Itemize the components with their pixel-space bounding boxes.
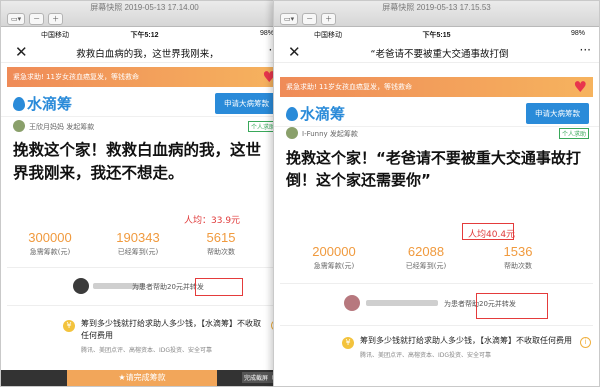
window-titlebar: 屏幕快照 2019-05-13 17.14.00 ▭▾ － ＋: [1, 1, 288, 27]
zoom-out-icon[interactable]: －: [302, 13, 318, 25]
stat-value: 200000: [312, 244, 356, 259]
toolbar: ▭▾ － ＋: [280, 13, 337, 25]
organizer-name: I-Funny 发起筹款: [302, 130, 358, 138]
complete-fundraise-button[interactable]: ★请完成筹款: [67, 370, 217, 386]
close-icon[interactable]: ✕: [15, 43, 28, 61]
stat-helps: 1536 帮助次数: [482, 244, 554, 271]
nav-bar: ✕ “老爸请不要被重大交通事故打倒 ···: [274, 41, 599, 63]
average-amount: 人均：33.9元: [184, 216, 241, 226]
stat-value: 5615: [206, 230, 236, 245]
page-title: “老爸请不要被重大交通事故打倒: [370, 49, 509, 60]
brand-row: 水滴筹 申请大病筹款: [274, 97, 599, 127]
highlight-box: [476, 293, 548, 319]
stat-label: 已经筹到(元): [405, 262, 447, 270]
divider: [7, 267, 282, 268]
stat-label: 急需筹款(元): [313, 262, 355, 270]
zoom-out-icon[interactable]: －: [29, 13, 45, 25]
stat-target: 200000 急需筹款(元): [298, 244, 370, 271]
brand-name: 水滴筹: [300, 105, 346, 123]
left-screenshot-window: 屏幕快照 2019-05-13 17.14.00 ▭▾ － ＋ 中国移动 下午5…: [0, 0, 289, 387]
highlight-box: [462, 223, 514, 240]
helper-avatar: [73, 278, 89, 294]
fee-text: 筹到多少钱就打给求助人多少钱，【水滴筹】不收取任何费用: [81, 319, 261, 340]
stat-target: 300000 急需筹款(元): [15, 230, 85, 257]
apply-fundraise-button[interactable]: 申请大病筹款: [215, 93, 278, 114]
stat-value: 62088: [407, 244, 445, 259]
zoom-in-icon[interactable]: ＋: [48, 13, 64, 25]
bottom-bar: ★请完成筹款 完成截屏（双: [1, 370, 288, 386]
brand-row: 水滴筹 申请大病筹款: [1, 87, 288, 117]
stat-raised: 62088 已经筹到(元): [390, 244, 462, 271]
blurred-name: [366, 300, 438, 306]
organizer-name: 王欣月妈妈 发起筹款: [29, 123, 95, 131]
stats-row: 300000 急需筹款(元) 190343 已经筹到(元) 5615 帮助次数: [15, 230, 251, 257]
stat-value: 190343: [116, 230, 160, 245]
stats-row: 200000 急需筹款(元) 62088 已经筹到(元) 1536 帮助次数: [298, 244, 554, 271]
investor-text: 腾讯、美团点评、高榕资本、IDG投资、安全可靠: [360, 352, 492, 359]
stat-label: 帮助次数: [504, 262, 532, 270]
helper-avatar: [344, 295, 360, 311]
status-bar: 中国移动 下午5:12 98%: [1, 27, 288, 41]
brand-name: 水滴筹: [27, 95, 73, 113]
helper-row[interactable]: 为患者帮助20元并转发: [274, 293, 599, 315]
brand-logo: 水滴筹: [13, 93, 72, 114]
status-bar: 中国移动 下午5:15 98%: [274, 27, 599, 41]
window-titlebar: 屏幕快照 2019-05-13 17.15.53 ▭▾ － ＋: [274, 1, 599, 27]
coin-icon: ¥: [63, 320, 75, 332]
stat-helps: 5615 帮助次数: [191, 230, 251, 257]
help-text: 为患者帮助20元并转发: [132, 283, 204, 291]
brand-logo: 水滴筹: [286, 103, 345, 124]
banner-text: 紧急求助! 11岁女孩血癌复发，等钱救命: [13, 73, 139, 81]
banner-text: 紧急求助! 11岁女孩血癌复发，等钱救命: [286, 83, 412, 91]
organizer-row: 王欣月妈妈 发起筹款 个人求助: [1, 117, 288, 135]
divider: [280, 283, 593, 284]
investor-text: 腾讯、美团点评、高榕资本、IDG投资、安全可靠: [81, 347, 213, 354]
phone-screen: 中国移动 下午5:15 98% ✕ “老爸请不要被重大交通事故打倒 ··· 紧急…: [274, 27, 599, 386]
urgent-banner[interactable]: 紧急求助! 11岁女孩血癌复发，等钱救命 ♥: [280, 77, 593, 97]
campaign-headline: 挽救这个家！救救白血病的我，这世界我刚来，我还不想走。: [13, 141, 262, 182]
battery-label: 98%: [259, 30, 274, 37]
campaign-headline: 挽救这个家！“老爸请不要被重大交通事故打倒！这个家还需要你”: [286, 149, 581, 189]
status-badge: 个人求助: [558, 128, 589, 139]
heart-icon: ♥: [573, 78, 587, 96]
apply-fundraise-button[interactable]: 申请大病筹款: [526, 103, 589, 124]
fee-text: 筹到多少钱就打给求助人多少钱，【水滴筹】不收取任何费用: [360, 336, 572, 345]
water-drop-icon: [13, 96, 25, 111]
helper-row[interactable]: 为患者帮助20元并转发: [1, 276, 288, 298]
stat-value: 300000: [28, 230, 72, 245]
stat-raised: 190343 已经筹到(元): [103, 230, 173, 257]
time-label: 下午5:15: [422, 32, 451, 39]
window-title: 屏幕快照 2019-05-13 17.15.53: [382, 3, 491, 12]
nav-bar: ✕ 救救白血病的我，这世界我刚来， ···: [1, 41, 288, 63]
fee-info[interactable]: ¥ 筹到多少钱就打给求助人多少钱，【水滴筹】不收取任何费用 腾讯、美团点评、高榕…: [342, 335, 591, 362]
stat-label: 急需筹款(元): [29, 248, 71, 256]
divider: [280, 325, 593, 326]
toolbar: ▭▾ － ＋: [7, 13, 64, 25]
divider: [7, 305, 282, 306]
time-label: 下午5:12: [130, 32, 159, 39]
organizer-row: I-Funny 发起筹款 个人求助: [274, 127, 599, 141]
phone-screen: 中国移动 下午5:12 98% ✕ 救救白血病的我，这世界我刚来， ··· 紧急…: [1, 27, 288, 386]
water-drop-icon: [286, 106, 298, 121]
coin-icon: ¥: [342, 337, 354, 349]
sidebar-toggle-icon[interactable]: ▭▾: [280, 13, 299, 25]
more-icon[interactable]: ···: [580, 43, 591, 57]
highlight-box: [195, 278, 243, 296]
stat-value: 1536: [503, 244, 533, 259]
stat-label: 帮助次数: [207, 248, 235, 256]
window-title: 屏幕快照 2019-05-13 17.14.00: [90, 3, 199, 12]
right-screenshot-window: 屏幕快照 2019-05-13 17.15.53 ▭▾ － ＋ 中国移动 下午5…: [273, 0, 600, 387]
stat-label: 已经筹到(元): [117, 248, 159, 256]
avatar: [13, 120, 25, 132]
urgent-banner[interactable]: 紧急求助! 11岁女孩血癌复发，等钱救命 ♥: [7, 67, 282, 87]
page-title: 救救白血病的我，这世界我刚来，: [76, 49, 219, 60]
sidebar-toggle-icon[interactable]: ▭▾: [7, 13, 26, 25]
battery-label: 98%: [570, 30, 585, 37]
zoom-in-icon[interactable]: ＋: [321, 13, 337, 25]
info-icon[interactable]: i: [580, 337, 591, 348]
avatar: [286, 127, 298, 139]
fee-info[interactable]: ¥ 筹到多少钱就打给求助人多少钱，【水滴筹】不收取任何费用 腾讯、美团点评、高榕…: [63, 318, 282, 357]
close-icon[interactable]: ✕: [288, 43, 301, 61]
